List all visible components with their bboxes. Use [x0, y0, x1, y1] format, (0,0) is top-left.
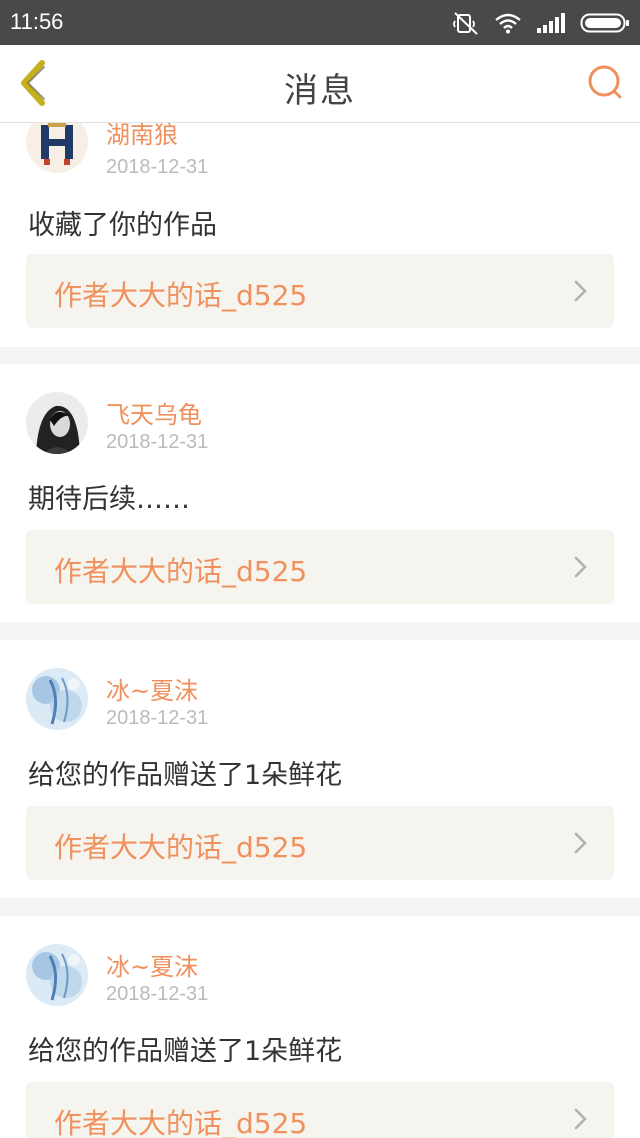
- search-icon: [586, 65, 626, 107]
- username[interactable]: 飞天乌龟: [106, 395, 202, 430]
- work-title: 作者大大的话_d525: [54, 1107, 308, 1138]
- message-card: 冰~夏沫 2018-12-31 给您的作品赠送了1朵鲜花 作者大大的话_d525: [0, 640, 640, 898]
- work-title: 作者大大的话_d525: [54, 279, 308, 312]
- search-button[interactable]: [586, 63, 626, 103]
- message-card: 冰~夏沫 2018-12-31 给您的作品赠送了1朵鲜花 作者大大的话_d525: [0, 916, 640, 1138]
- message-card: 飞天乌龟 2018-12-31 期待后续…… 作者大大的话_d525: [0, 364, 640, 622]
- work-title: 作者大大的话_d525: [54, 555, 308, 588]
- avatar[interactable]: [26, 392, 88, 454]
- work-link[interactable]: 作者大大的话_d525: [26, 1082, 614, 1138]
- message-card: 湖南狼 2018-12-31 收藏了你的作品 作者大大的话_d525: [0, 123, 640, 347]
- message-date: 2018-12-31: [106, 707, 209, 729]
- status-bar: 11:56: [0, 0, 640, 45]
- username[interactable]: 冰~夏沫: [106, 947, 198, 982]
- chevron-right-icon: [574, 556, 588, 582]
- message-date: 2018-12-31: [106, 431, 209, 453]
- signal-icon: [536, 12, 566, 34]
- mute-icon: [452, 10, 480, 36]
- battery-icon: [580, 12, 630, 34]
- avatar[interactable]: [26, 668, 88, 730]
- avatar[interactable]: [26, 123, 88, 173]
- status-time: 11:56: [10, 9, 64, 34]
- wifi-icon: [494, 12, 522, 34]
- status-icons: [452, 10, 630, 36]
- message-text: 给您的作品赠送了1朵鲜花: [28, 760, 343, 791]
- message-feed[interactable]: 湖南狼 2018-12-31 收藏了你的作品 作者大大的话_d525 飞天乌龟 …: [0, 123, 640, 1138]
- message-date: 2018-12-31: [106, 983, 209, 1005]
- chevron-right-icon: [574, 832, 588, 858]
- message-text: 收藏了你的作品: [28, 210, 217, 241]
- message-text: 给您的作品赠送了1朵鲜花: [28, 1036, 343, 1067]
- work-link[interactable]: 作者大大的话_d525: [26, 530, 614, 604]
- work-title: 作者大大的话_d525: [54, 831, 308, 864]
- page-title: 消息: [284, 71, 356, 111]
- chevron-right-icon: [574, 280, 588, 306]
- work-link[interactable]: 作者大大的话_d525: [26, 254, 614, 328]
- message-text: 期待后续……: [28, 484, 190, 515]
- work-link[interactable]: 作者大大的话_d525: [26, 806, 614, 880]
- avatar[interactable]: [26, 944, 88, 1006]
- username[interactable]: 冰~夏沫: [106, 671, 198, 706]
- chevron-right-icon: [574, 1108, 588, 1134]
- app-header: 消息: [0, 45, 640, 123]
- username[interactable]: 湖南狼: [106, 123, 178, 150]
- message-date: 2018-12-31: [106, 156, 209, 178]
